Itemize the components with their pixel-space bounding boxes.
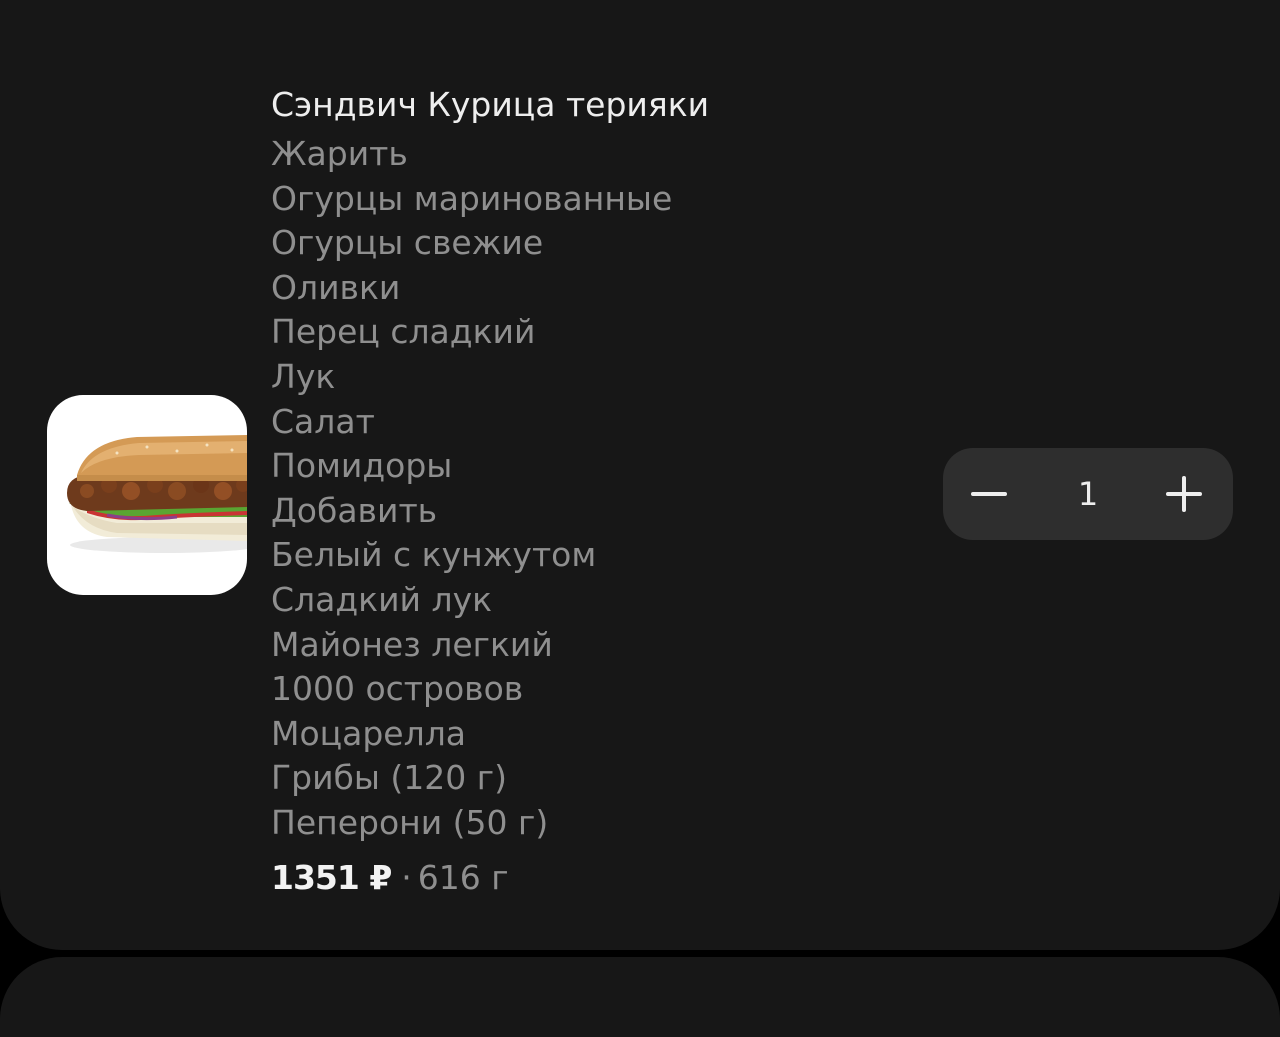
modifier-item: Добавить bbox=[271, 490, 438, 530]
item-details: Сэндвич Курица терияки Жарить Огурцы мар… bbox=[271, 82, 911, 901]
cart-item-card: Сэндвич Курица терияки Жарить Огурцы мар… bbox=[0, 0, 1280, 950]
modifier-item: Майонез легкий bbox=[271, 624, 553, 664]
modifier-item: Моцарелла bbox=[271, 713, 467, 753]
modifier-item: Пеперони (50 г) bbox=[271, 802, 549, 842]
price-row: 1351 ₽ · 616 г bbox=[271, 855, 911, 901]
quantity-value: 1 bbox=[1077, 475, 1099, 513]
item-weight: 616 г bbox=[417, 857, 509, 897]
modifier-item: Белый с кунжутом bbox=[271, 535, 597, 575]
modifier-item: Лук bbox=[271, 356, 336, 396]
modifier-item: Огурцы маринованные bbox=[271, 178, 673, 218]
increase-quantity-button[interactable] bbox=[1141, 448, 1233, 540]
next-cart-item-card bbox=[0, 957, 1280, 1037]
quantity-stepper: 1 bbox=[943, 448, 1233, 540]
modifier-item: Жарить bbox=[271, 134, 408, 173]
modifier-list: Жарить Огурцы маринованные Огурцы свежие… bbox=[271, 132, 911, 846]
decrease-quantity-button[interactable] bbox=[943, 448, 1035, 540]
sandwich-illustration bbox=[67, 435, 247, 553]
modifier-item: Помидоры bbox=[271, 446, 453, 486]
modifier-item: 1000 островов bbox=[271, 669, 524, 709]
product-image[interactable] bbox=[47, 395, 247, 595]
modifier-item: Грибы (120 г) bbox=[271, 758, 507, 798]
modifier-item: Перец сладкий bbox=[271, 312, 536, 352]
modifier-item: Салат bbox=[271, 401, 375, 441]
modifier-item: Огурцы свежие bbox=[271, 223, 544, 263]
item-price: 1351 ₽ bbox=[271, 857, 392, 897]
item-title: Сэндвич Курица терияки bbox=[271, 85, 710, 124]
modifier-item: Сладкий лук bbox=[271, 579, 493, 619]
modifier-item: Оливки bbox=[271, 267, 401, 307]
separator-dot: · bbox=[401, 857, 412, 897]
